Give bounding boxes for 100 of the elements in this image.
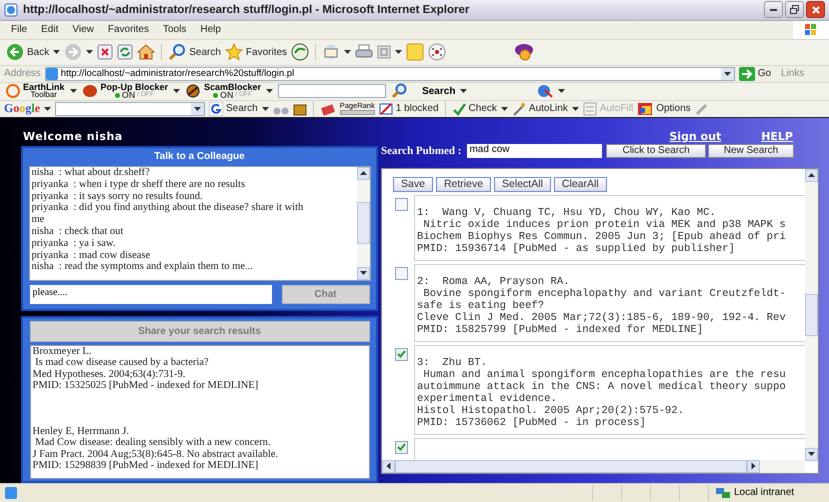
caret-icon[interactable] [86, 50, 94, 54]
search-button[interactable]: Search [168, 43, 221, 62]
popup-blocked-button[interactable]: 1 blocked [378, 102, 439, 116]
search-button[interactable]: New Search [708, 144, 794, 158]
page-icon [4, 2, 18, 17]
zone-label: Local intranet [734, 487, 794, 498]
result-text: PMID: 15325025 [PubMed - indexed for MEDLINE] [32, 380, 260, 392]
caret-icon[interactable] [808, 452, 815, 456]
stop-icon[interactable] [97, 44, 114, 60]
scrollbar[interactable] [382, 460, 805, 473]
scroll-thumb[interactable] [356, 202, 370, 244]
search-field[interactable] [278, 84, 386, 98]
result-text: Broxmeyer L. [32, 346, 92, 358]
caret-icon[interactable] [572, 106, 579, 111]
address-label: Address [4, 68, 41, 80]
folder-icon[interactable] [292, 102, 307, 116]
caret-icon[interactable] [558, 89, 566, 94]
scroll-thumb[interactable] [805, 294, 818, 336]
go-button[interactable]: Go [738, 66, 772, 81]
home-icon[interactable] [137, 44, 156, 60]
no-entry-icon [185, 84, 202, 98]
caret-icon[interactable] [360, 171, 366, 176]
spell-check-button[interactable]: Check [452, 102, 497, 116]
caret-icon[interactable] [44, 106, 52, 111]
caret-icon[interactable] [386, 462, 390, 470]
search-field[interactable]: mad cow [467, 144, 602, 158]
header-link[interactable]: Sign out [669, 130, 722, 143]
caret-icon[interactable] [70, 89, 77, 94]
action-button[interactable]: Retrieve [436, 176, 492, 192]
caret-icon[interactable] [360, 271, 366, 276]
caret-icon[interactable] [724, 72, 731, 76]
scrollbar[interactable] [356, 166, 370, 280]
menu-item[interactable]: File [4, 24, 34, 36]
result-text: 3: Zhu BT. [417, 356, 488, 369]
scrollbar[interactable] [805, 168, 818, 461]
options-button[interactable]: Options [637, 102, 691, 116]
caret-icon[interactable] [395, 50, 402, 54]
address-field[interactable]: http://localhost/~administrator/research%20stuff/login.pl [44, 66, 735, 81]
result-text: Is mad cow disease caused by a bacteria? [34, 357, 210, 369]
chat-message: priyanka : ya i saw. [32, 238, 116, 250]
caret-icon[interactable] [344, 50, 352, 54]
search-button[interactable]: Click to Search [606, 144, 706, 158]
action-button[interactable]: ClearAll [554, 176, 607, 192]
search-field[interactable] [55, 102, 206, 116]
message-field[interactable]: please.... [30, 284, 272, 304]
result-text: Nitric oxide induces prion protein via MEK and p38 MAPK s [422, 218, 787, 231]
page-icon [46, 68, 58, 80]
caret-icon[interactable] [500, 106, 508, 111]
search-icon[interactable] [391, 83, 408, 100]
result-text: PMID: 15298839 [PubMed - indexed for MEDLINE] [32, 460, 260, 472]
search-label: Search Pubmed : [381, 144, 462, 157]
chat-message: priyanka : it says sorry no results found. [32, 190, 204, 202]
checkbox[interactable] [395, 440, 408, 454]
action-button[interactable]: Save [393, 176, 433, 192]
page-icon [4, 486, 18, 500]
search-button[interactable]: Search [209, 102, 258, 116]
result-text: Histol Histopathol. 2005 Apr;20(2):575-92. [417, 404, 686, 417]
caret-icon[interactable] [194, 106, 202, 111]
earthlink-logo[interactable]: EarthLink Toolbar [6, 83, 65, 100]
caret-icon[interactable] [262, 106, 269, 111]
menu-item[interactable]: Tools [156, 24, 194, 36]
chat-message: nisha : check that out [32, 226, 124, 238]
caret-icon[interactable] [173, 89, 180, 94]
ring-icon [6, 84, 20, 98]
search-button[interactable]: Search [422, 86, 456, 97]
menu-item[interactable]: Edit [34, 24, 66, 36]
g-icon [209, 102, 224, 116]
autolink-button[interactable]: AutoLink [512, 102, 568, 116]
caret-icon[interactable] [266, 89, 274, 94]
caret-icon[interactable] [53, 50, 60, 54]
result-text: PMID: 15736062 [PubMed - in process] [417, 416, 647, 429]
caret-icon[interactable] [752, 462, 756, 470]
checkbox[interactable] [395, 348, 408, 361]
minimize-button[interactable] [764, 1, 783, 18]
header-link[interactable]: HELP [761, 130, 793, 143]
action-button[interactable]: SelectAll [494, 176, 551, 192]
printer-icon[interactable] [355, 44, 374, 60]
checkbox[interactable] [395, 198, 408, 211]
google-logo[interactable]: Google [4, 101, 40, 116]
restore-button[interactable] [785, 1, 804, 18]
go-arrow-icon [738, 66, 755, 81]
menu-item[interactable]: Favorites [100, 24, 156, 36]
close-button[interactable] [806, 1, 825, 18]
star-icon [224, 43, 243, 62]
wand-icon [512, 102, 526, 116]
minimize-icon [770, 8, 777, 11]
result-text: Human and animal spongiform encephalopathies are the resu [422, 368, 787, 381]
caret-icon[interactable] [808, 173, 815, 178]
scroll-thumb[interactable] [395, 460, 747, 473]
refresh-icon[interactable] [117, 44, 134, 60]
checkbox[interactable] [395, 266, 408, 280]
result-text: experimental evidence. [417, 392, 558, 405]
caret-icon[interactable] [460, 89, 468, 94]
favorites-button[interactable]: Favorites [224, 43, 288, 62]
menu-item[interactable]: Help [193, 24, 228, 36]
back-button[interactable]: Back [6, 43, 50, 62]
welcome-text: Welcome nisha [22, 128, 124, 145]
dotted-circle-icon[interactable] [428, 43, 446, 62]
window-title: http://localhost/~administrator/research stuff/login.pl - Microsoft Internet Explorer [23, 4, 470, 16]
menu-item[interactable]: View [65, 24, 101, 36]
